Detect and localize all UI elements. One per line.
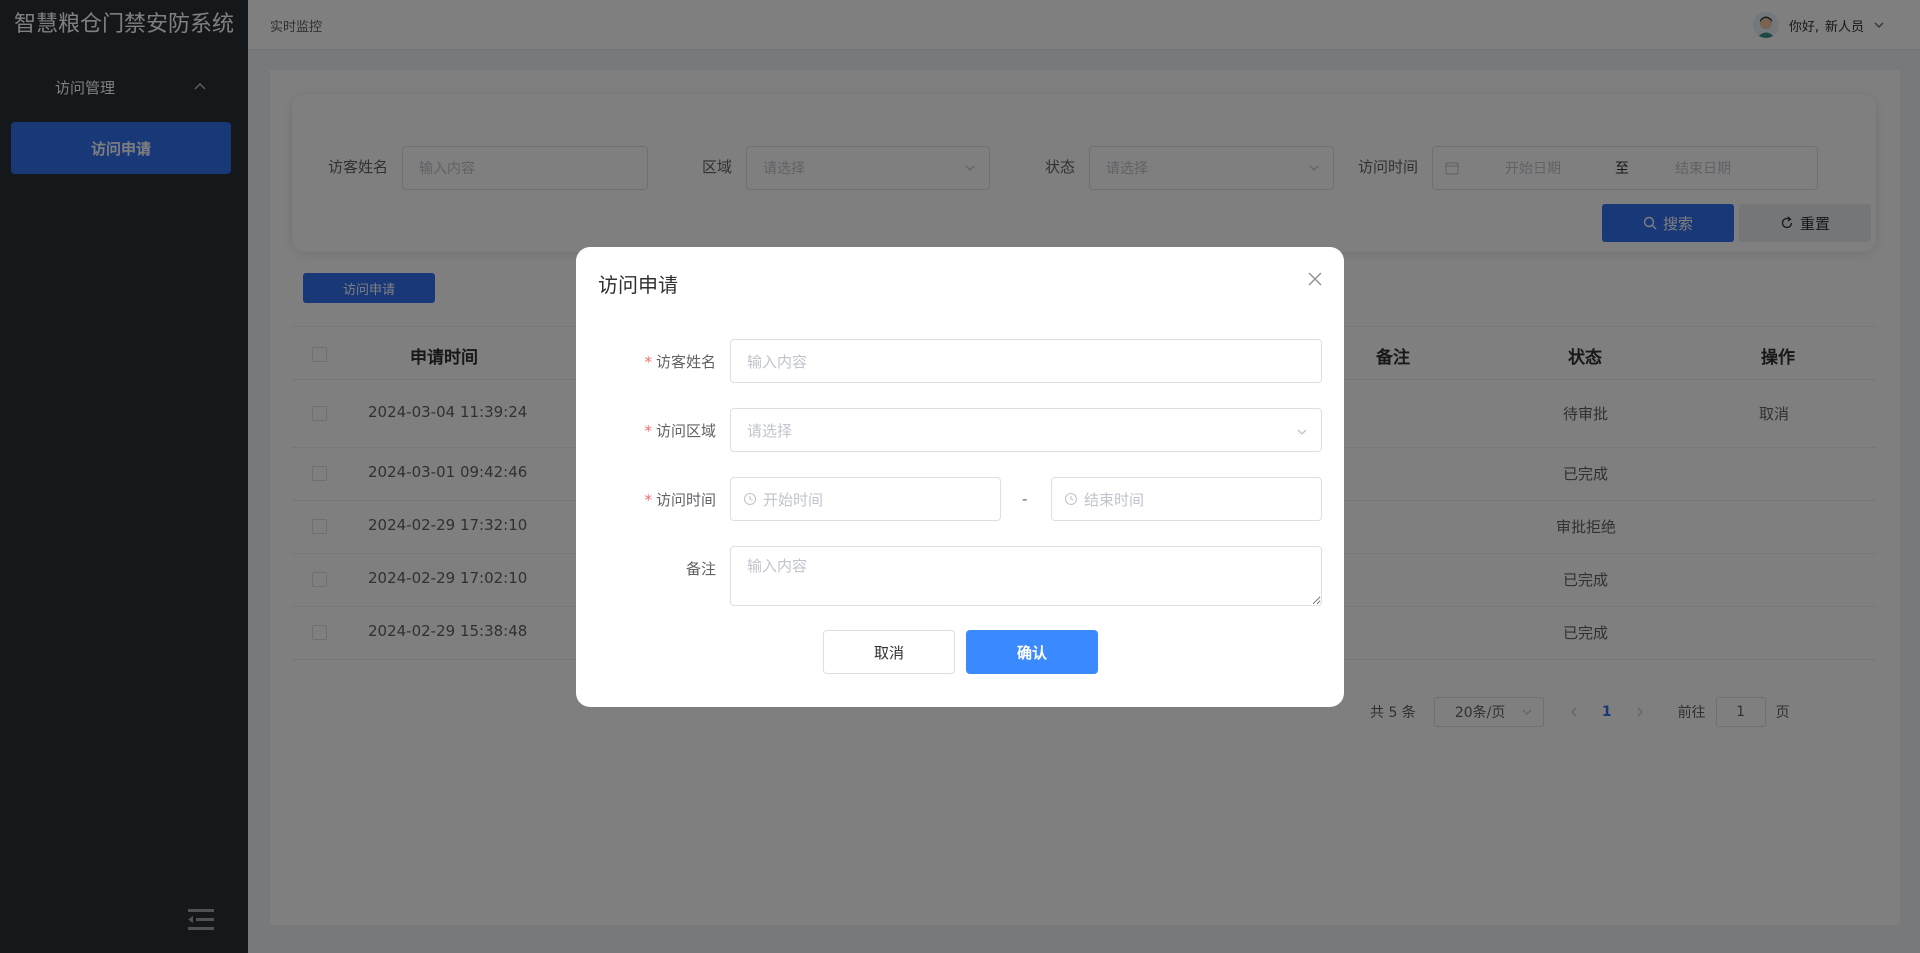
- time-range-separator: -: [1022, 490, 1028, 508]
- visit-time-label: * 访问时间: [616, 489, 716, 510]
- required-mark: *: [644, 491, 652, 509]
- visitor-name-field[interactable]: 输入内容: [730, 339, 1322, 383]
- cancel-button[interactable]: 取消: [823, 630, 955, 674]
- visit-time-label-text: 访问时间: [655, 491, 716, 509]
- start-time-picker[interactable]: 开始时间: [730, 477, 1001, 521]
- end-time-picker[interactable]: 结束时间: [1051, 477, 1322, 521]
- visit-application-dialog: 访问申请 * 访客姓名 输入内容 * 访问区域 请选择 * 访问时间 开始时间 - 结…: [576, 247, 1344, 707]
- required-mark: *: [644, 422, 652, 440]
- visitor-name-label-text: 访客姓名: [655, 353, 716, 371]
- note-textarea[interactable]: [730, 546, 1322, 606]
- start-time-placeholder: 开始时间: [763, 490, 824, 509]
- confirm-button[interactable]: 确认: [966, 630, 1098, 674]
- chevron-down-icon: [1297, 429, 1307, 435]
- note-label: 备注: [685, 560, 716, 578]
- close-icon[interactable]: [1306, 270, 1324, 288]
- required-mark: *: [644, 353, 652, 371]
- visit-area-label-text: 访问区域: [655, 422, 716, 440]
- clock-icon: [1064, 492, 1078, 506]
- visitor-name-placeholder: 输入内容: [747, 352, 808, 371]
- dialog-title: 访问申请: [598, 273, 678, 297]
- visit-area-label: * 访问区域: [616, 420, 716, 441]
- visit-area-placeholder: 请选择: [747, 421, 793, 440]
- end-time-placeholder: 结束时间: [1084, 490, 1145, 509]
- clock-icon: [743, 492, 757, 506]
- visit-area-select[interactable]: 请选择: [730, 408, 1322, 452]
- visitor-name-label: * 访客姓名: [616, 351, 716, 372]
